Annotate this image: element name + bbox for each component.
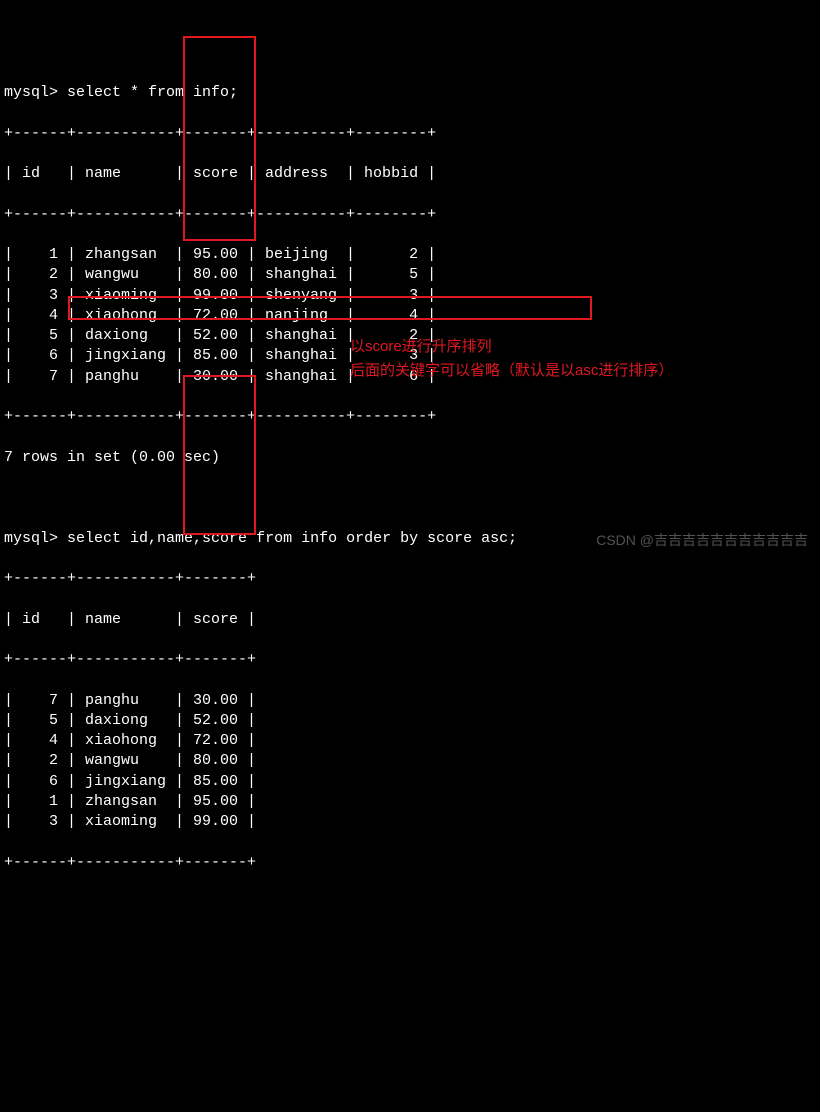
prompt: mysql> — [4, 84, 58, 101]
table-separator: +------+-----------+-------+----------+-… — [4, 407, 820, 427]
table-row: | 2 | wangwu | 80.00 | shanghai | 5 | — [4, 265, 820, 285]
table-separator: +------+-----------+-------+ — [4, 853, 820, 873]
watermark: CSDN @吉吉吉吉吉吉吉吉吉吉吉 — [596, 531, 808, 550]
table-separator: +------+-----------+-------+ — [4, 569, 820, 589]
table-separator: +------+-----------+-------+----------+-… — [4, 124, 820, 144]
table-row: | 7 | panghu | 30.00 | — [4, 691, 820, 711]
table-row: | 3 | xiaoming | 99.00 | — [4, 812, 820, 832]
table-header-row-2: | id | name | score | — [4, 610, 820, 630]
table-row: | 4 | xiaohong | 72.00 | nanjing | 4 | — [4, 306, 820, 326]
annotation-line-1: 以score进行升序排列 — [350, 335, 770, 359]
table-body-2: | 7 | panghu | 30.00 || 5 | daxiong | 52… — [4, 691, 820, 833]
sql-query-1: select * from info; — [67, 84, 238, 101]
table-header-row-1: | id | name | score | address | hobbid | — [4, 164, 820, 184]
table-separator: +------+-----------+-------+----------+-… — [4, 205, 820, 225]
query-line-1[interactable]: mysql> select * from info; — [4, 83, 820, 103]
annotation-line-2: 后面的关键字可以省略（默认是以asc进行排序） — [350, 359, 770, 383]
table-separator: +------+-----------+-------+ — [4, 650, 820, 670]
blank-line — [4, 488, 820, 508]
table-row: | 3 | xiaoming | 99.00 | shenyang | 3 | — [4, 286, 820, 306]
annotation-text: 以score进行升序排列 后面的关键字可以省略（默认是以asc进行排序） — [350, 335, 770, 383]
prompt: mysql> — [4, 530, 58, 547]
table-row: | 4 | xiaohong | 72.00 | — [4, 731, 820, 751]
table-row: | 2 | wangwu | 80.00 | — [4, 751, 820, 771]
table-row: | 6 | jingxiang | 85.00 | — [4, 772, 820, 792]
sql-query-2: select id,name,score from info order by … — [67, 530, 517, 547]
result-message-1: 7 rows in set (0.00 sec) — [4, 448, 820, 468]
table-row: | 1 | zhangsan | 95.00 | beijing | 2 | — [4, 245, 820, 265]
table-row: | 5 | daxiong | 52.00 | — [4, 711, 820, 731]
table-row: | 1 | zhangsan | 95.00 | — [4, 792, 820, 812]
